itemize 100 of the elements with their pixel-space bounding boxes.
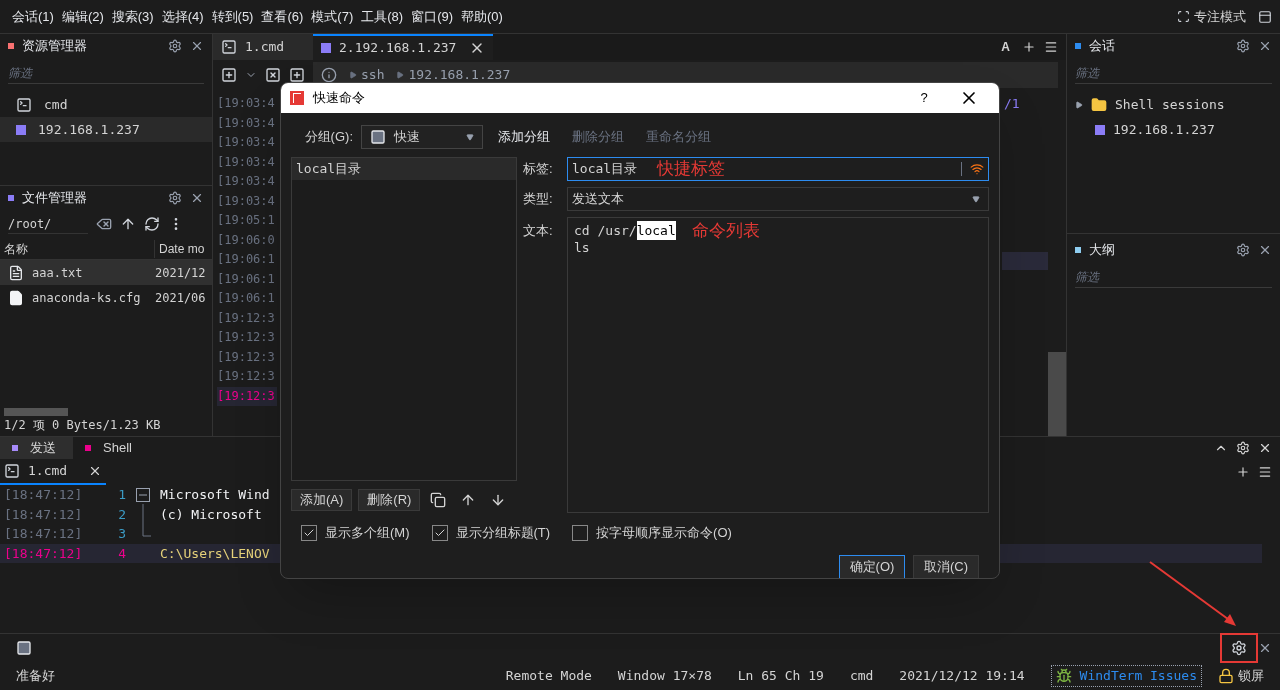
group-action-button[interactable]: 添加分组: [491, 127, 557, 147]
menu-item[interactable]: 会话(1): [8, 6, 58, 27]
explorer-item[interactable]: 192.168.1.237: [0, 117, 212, 142]
file-row[interactable]: aaa.txt 2021/12: [0, 260, 212, 285]
breadcrumb-item[interactable]: 192.168.1.237: [408, 65, 511, 85]
panel-title: 会话: [1089, 37, 1116, 56]
terminal-timestamp: [19:06:1: [217, 251, 276, 268]
add-icon[interactable]: [1022, 40, 1036, 54]
close-icon[interactable]: [190, 39, 204, 53]
layout-icon[interactable]: [1258, 9, 1272, 24]
up-icon[interactable]: [120, 216, 136, 232]
file-date: 2021/06: [155, 289, 206, 307]
session-item[interactable]: Shell sessions: [1067, 92, 1280, 117]
explorer-item[interactable]: cmd: [0, 92, 212, 117]
type-dropdown[interactable]: 发送文本: [567, 187, 989, 211]
column-header[interactable]: Date mo: [155, 239, 209, 258]
settings-icon[interactable]: [1236, 39, 1250, 53]
close-tab-icon[interactable]: [265, 67, 281, 83]
help-button[interactable]: ?: [909, 88, 939, 108]
collapse-icon[interactable]: [1075, 100, 1083, 109]
panel-icon: [8, 195, 14, 201]
refresh-icon[interactable]: [144, 216, 160, 232]
session-item[interactable]: 192.168.1.237: [1067, 117, 1280, 142]
issues-link[interactable]: WindTerm Issues: [1050, 665, 1202, 687]
menu-icon[interactable]: [1258, 465, 1272, 479]
menu-item[interactable]: 帮助(0): [457, 6, 507, 27]
app-icon: [289, 90, 305, 106]
caret-icon: [972, 195, 980, 203]
settings-icon[interactable]: [168, 191, 182, 205]
fold-icon[interactable]: [136, 487, 150, 502]
menu-item[interactable]: 选择(4): [157, 6, 208, 27]
line-number: 2: [117, 505, 126, 524]
line-number: 1: [117, 486, 126, 504]
close-icon[interactable]: [1258, 39, 1272, 53]
filter-field[interactable]: 筛选: [8, 62, 204, 84]
settings-icon[interactable]: [168, 39, 182, 53]
group-dropdown[interactable]: 快速: [361, 125, 483, 149]
panel-tab[interactable]: 发送: [0, 437, 73, 459]
terminal-tab[interactable]: 1.cmd: [0, 459, 106, 485]
file-icon: [8, 289, 24, 306]
scrollbar[interactable]: [1048, 352, 1066, 436]
menu-item[interactable]: 模式(7): [307, 6, 358, 27]
terminal-timestamp: [19:06:1: [217, 270, 276, 288]
breadcrumb-item[interactable]: ssh: [361, 65, 385, 85]
panel-icon[interactable]: [16, 640, 32, 656]
field-label: 标签:: [523, 160, 554, 179]
scrollbar[interactable]: [4, 408, 68, 416]
close-icon[interactable]: [88, 464, 102, 478]
close-icon[interactable]: [190, 191, 204, 205]
copy-icon[interactable]: [430, 492, 447, 508]
menu-item[interactable]: 工具(8): [357, 6, 408, 27]
signal-icon[interactable]: [970, 162, 984, 176]
list-button[interactable]: 删除(R): [358, 489, 421, 511]
tag-field[interactable]: local目录 快捷标签: [567, 157, 989, 181]
checkbox-label: 按字母顺序显示命令(O): [596, 524, 732, 542]
terminal-timestamp: [18:47:12]: [3, 544, 84, 563]
close-icon[interactable]: [1258, 641, 1272, 655]
checkbox[interactable]: [572, 524, 589, 541]
triangle-icon: [396, 71, 405, 79]
lock-button[interactable]: 锁屏: [1218, 666, 1264, 686]
dialog-button[interactable]: 确定(O): [839, 554, 905, 578]
split-icon[interactable]: [289, 67, 305, 83]
caret-icon: [466, 133, 474, 141]
font-button[interactable]: A: [1001, 38, 1010, 56]
editor-tab[interactable]: 1.cmd: [213, 34, 313, 60]
editor-tab[interactable]: 2.192.168.1.237: [313, 34, 493, 60]
focus-icon[interactable]: [1177, 10, 1190, 23]
column-header[interactable]: 名称: [0, 239, 155, 258]
focus-mode-button[interactable]: 专注模式: [1194, 6, 1246, 27]
menu-item[interactable]: 编辑(2): [57, 6, 108, 27]
terminal-icon: [221, 39, 237, 55]
status-text: 准备好: [16, 667, 55, 686]
menu-icon[interactable]: [1044, 40, 1058, 54]
checkbox[interactable]: [431, 524, 448, 541]
close-icon[interactable]: [1258, 441, 1272, 455]
filter-field[interactable]: 筛选: [1075, 62, 1272, 84]
panel-tab[interactable]: Shell: [73, 437, 146, 459]
settings-icon[interactable]: [1236, 243, 1250, 257]
menu-item[interactable]: 查看(6): [257, 6, 308, 27]
file-name: anaconda-ks.cfg: [32, 289, 141, 307]
command-item[interactable]: local目录: [292, 158, 516, 180]
menu-item[interactable]: 窗口(9): [407, 6, 457, 27]
path-field[interactable]: /root/: [8, 214, 88, 234]
file-name: aaa.txt: [32, 264, 83, 282]
clear-icon[interactable]: [96, 216, 112, 232]
add-icon[interactable]: [1236, 465, 1250, 479]
menu-item[interactable]: 搜索(3): [107, 6, 158, 27]
settings-icon[interactable]: [1231, 640, 1247, 656]
terminal-timestamp: [19:12:3: [217, 348, 276, 366]
dialog-button[interactable]: 取消(C): [913, 554, 979, 578]
checkbox[interactable]: [301, 524, 317, 541]
info-icon[interactable]: [321, 67, 337, 83]
close-icon[interactable]: [1258, 243, 1272, 257]
text-area[interactable]: cd /usr/local 命令列表 ls: [567, 217, 989, 513]
menu-item[interactable]: 转到(5): [207, 6, 258, 27]
lock-icon: [1218, 668, 1234, 684]
filter-field[interactable]: 筛选: [1075, 266, 1272, 288]
settings-icon[interactable]: [1236, 441, 1250, 455]
new-tab-icon[interactable]: [221, 67, 237, 83]
list-button[interactable]: 添加(A): [291, 489, 353, 511]
